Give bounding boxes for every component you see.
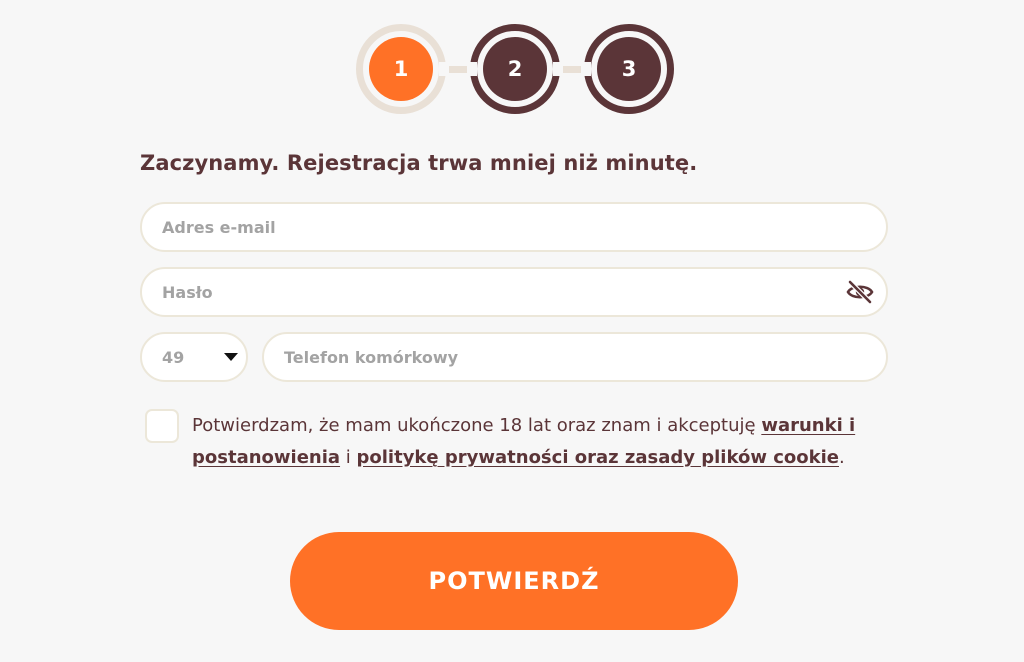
country-code-value: 49 [162,348,185,367]
password-input[interactable] [142,269,886,315]
ring-gap [467,62,477,76]
step-2-number: 2 [483,37,547,101]
phone-field [262,332,888,382]
country-code-select[interactable]: 49 [140,332,248,382]
privacy-policy-link[interactable]: politykę prywatności oraz zasady plików … [357,447,839,468]
consent-text: Potwierdzam, że mam ukończone 18 lat ora… [192,410,892,474]
step-2: 2 [467,24,563,114]
form-heading: Zaczynamy. Rejestracja trwa mniej niż mi… [140,151,698,175]
email-input[interactable] [142,204,886,250]
phone-input[interactable] [264,334,886,380]
password-field [140,267,888,317]
consent-text-before: Potwierdzam, że mam ukończone 18 lat ora… [192,415,762,436]
ring-gap [581,62,591,76]
step-1-number: 1 [369,37,433,101]
caret-down-icon [224,353,238,361]
step-1: 1 [356,24,449,114]
step-3: 3 [581,24,674,114]
registration-stepper: 1 2 3 [352,24,676,118]
ring-gap [439,62,449,76]
ring-gap [553,62,563,76]
consent-text-middle: i [340,447,357,468]
age-consent-checkbox[interactable] [145,409,179,443]
step-3-number: 3 [597,37,661,101]
consent-text-after: . [838,447,845,468]
email-field [140,202,888,252]
confirm-button[interactable]: POTWIERDŹ [290,532,738,630]
eye-off-icon[interactable] [846,280,874,304]
